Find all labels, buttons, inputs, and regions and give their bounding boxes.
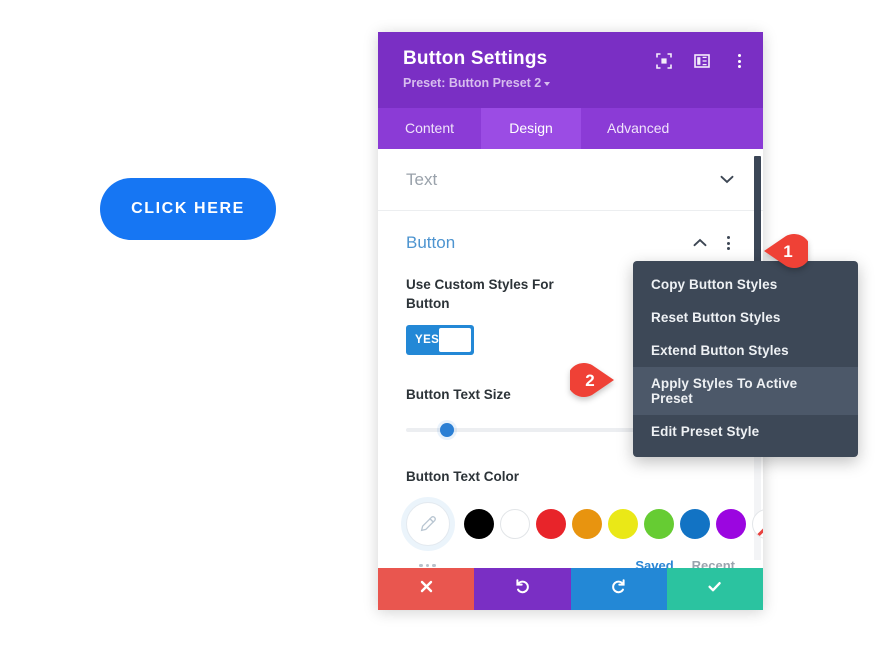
custom-styles-toggle[interactable]: YES xyxy=(406,325,474,355)
swatch-none[interactable] xyxy=(752,509,763,539)
kebab-dot xyxy=(726,241,730,245)
swatch-green[interactable] xyxy=(644,509,674,539)
layout-panel-icon[interactable] xyxy=(693,52,711,70)
menu-item-edit-preset-style[interactable]: Edit Preset Style xyxy=(633,415,858,448)
preset-selector[interactable]: Preset: Button Preset 2 xyxy=(403,76,743,90)
button-styles-context-menu: Copy Button Styles Reset Button Styles E… xyxy=(633,261,858,457)
kebab-dot xyxy=(726,236,730,239)
preset-label: Preset: Button Preset 2 xyxy=(403,76,542,90)
kebab-dot xyxy=(737,54,741,57)
annotation-pin-1: 1 xyxy=(762,232,811,272)
undo-icon xyxy=(514,578,531,600)
ellipsis-dot xyxy=(419,563,423,568)
redo-icon xyxy=(610,578,627,600)
ellipsis-icon[interactable] xyxy=(406,563,436,568)
check-icon xyxy=(706,578,723,600)
chevron-down-icon[interactable] xyxy=(720,171,734,189)
swatch-black[interactable] xyxy=(464,509,494,539)
slider-thumb[interactable] xyxy=(440,423,454,437)
chevron-up-icon[interactable] xyxy=(693,234,707,252)
color-meta-row: Saved Recent xyxy=(406,558,735,568)
color-swatch-row xyxy=(406,502,763,546)
tab-advanced[interactable]: Advanced xyxy=(581,108,695,149)
save-button[interactable] xyxy=(666,568,763,610)
swatch-blue[interactable] xyxy=(680,509,710,539)
modal-tabs: Content Design Advanced xyxy=(378,108,763,149)
color-source-tabs: Saved Recent xyxy=(635,558,735,568)
tab-design[interactable]: Design xyxy=(481,108,581,149)
cancel-button[interactable] xyxy=(378,568,475,610)
click-here-button-label: CLICK HERE xyxy=(131,200,245,217)
custom-styles-toggle-value: YES xyxy=(415,334,440,346)
swatch-purple[interactable] xyxy=(716,509,746,539)
kebab-dot xyxy=(737,65,741,68)
menu-item-copy-button-styles[interactable]: Copy Button Styles xyxy=(633,268,858,301)
section-button-kebab-icon[interactable] xyxy=(721,236,735,250)
screen: CLICK HERE Button Settings Preset: Butto… xyxy=(0,0,880,650)
modal-header-icons xyxy=(655,52,747,70)
annotation-pin-2-number: 2 xyxy=(585,371,595,390)
chevron-down-icon xyxy=(544,81,551,86)
swatch-red[interactable] xyxy=(536,509,566,539)
redo-button[interactable] xyxy=(570,568,667,610)
toggle-knob xyxy=(439,328,471,352)
section-text-label: Text xyxy=(406,169,438,189)
eyedropper-icon[interactable] xyxy=(406,502,450,546)
kebab-dot xyxy=(737,59,741,63)
close-icon xyxy=(418,578,435,600)
ellipsis-dot xyxy=(432,563,436,568)
tab-recent-colors[interactable]: Recent xyxy=(692,558,735,568)
menu-item-apply-styles-to-active-preset[interactable]: Apply Styles To Active Preset xyxy=(633,367,858,415)
button-text-size-label: Button Text Size xyxy=(406,387,511,402)
section-text[interactable]: Text xyxy=(378,149,763,211)
ellipsis-dot xyxy=(425,563,429,568)
undo-button[interactable] xyxy=(474,568,571,610)
kebab-menu-icon[interactable] xyxy=(731,52,747,70)
focus-target-icon[interactable] xyxy=(655,52,673,70)
modal-header: Button Settings Preset: Button Preset 2 xyxy=(378,32,763,108)
swatch-orange[interactable] xyxy=(572,509,602,539)
modal-footer xyxy=(378,568,763,610)
annotation-pin-2: 2 xyxy=(567,361,616,401)
swatch-white[interactable] xyxy=(500,509,530,539)
button-text-color-label: Button Text Color xyxy=(406,469,519,484)
click-here-button[interactable]: CLICK HERE xyxy=(100,178,276,240)
tab-content[interactable]: Content xyxy=(378,108,481,149)
kebab-dot xyxy=(726,247,730,250)
menu-item-reset-button-styles[interactable]: Reset Button Styles xyxy=(633,301,858,334)
section-button-label: Button xyxy=(406,233,456,252)
menu-item-extend-button-styles[interactable]: Extend Button Styles xyxy=(633,334,858,367)
section-button-controls xyxy=(693,234,735,252)
swatch-yellow[interactable] xyxy=(608,509,638,539)
annotation-pin-1-number: 1 xyxy=(783,242,793,261)
tab-saved-colors[interactable]: Saved xyxy=(635,558,673,568)
custom-styles-label: Use Custom Styles For Button xyxy=(406,277,554,311)
